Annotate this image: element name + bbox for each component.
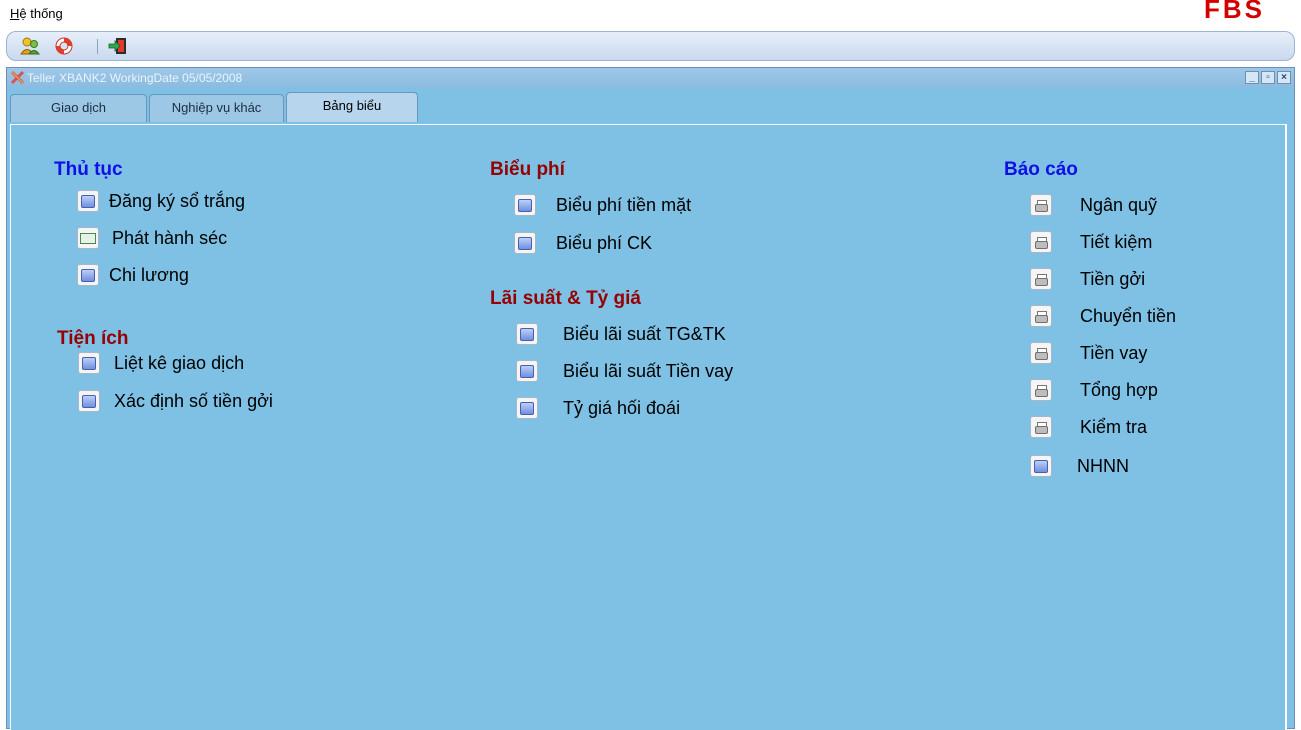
menu-link-tien-goi[interactable]: Tiền gởi — [1030, 268, 1145, 290]
window-titlebar[interactable]: Teller XBANK2 WorkingDate 05/05/2008 _ ▫… — [7, 68, 1294, 88]
link-label: Ngân quỹ — [1080, 194, 1158, 215]
section-title-bieu-phi: Biểu phí — [490, 159, 565, 180]
menu-link-dang-ky-so-trang[interactable]: Đăng ký sổ trắng — [77, 190, 245, 212]
tab-label: Giao dịch — [51, 100, 106, 115]
lifebuoy-icon[interactable] — [53, 36, 75, 56]
toolbar — [6, 31, 1295, 61]
document-icon — [516, 360, 538, 382]
teller-window: Teller XBANK2 WorkingDate 05/05/2008 _ ▫… — [6, 67, 1295, 730]
window-title: Teller XBANK2 WorkingDate 05/05/2008 — [27, 71, 243, 85]
document-icon — [516, 397, 538, 419]
link-label: Liệt kê giao dịch — [114, 352, 245, 373]
brand-logo: FBS — [1204, 0, 1265, 24]
exit-icon[interactable] — [107, 36, 129, 56]
printer-icon — [1030, 379, 1052, 401]
link-label: Tỷ giá hối đoái — [563, 397, 681, 418]
link-label: Biểu phí CK — [556, 232, 653, 253]
section-title-tien-ich: Tiện ích — [57, 328, 129, 349]
link-label: Tiền gởi — [1080, 268, 1146, 289]
link-label: Tiền vay — [1080, 342, 1148, 363]
menu-link-xac-dinh-so-tien-goi[interactable]: Xác định số tiền gởi — [78, 390, 273, 412]
link-label: Biểu phí tiền mặt — [556, 194, 692, 215]
document-icon — [1030, 455, 1052, 477]
tab-bang-bieu[interactable]: Bảng biểu — [286, 92, 418, 122]
menu-link-tien-vay[interactable]: Tiền vay — [1030, 342, 1147, 364]
users-icon[interactable] — [19, 36, 41, 56]
printer-icon — [1030, 194, 1052, 216]
link-label: Chi lương — [109, 264, 189, 285]
link-label: Chuyển tiền — [1080, 305, 1177, 326]
link-label: Xác định số tiền gởi — [114, 390, 273, 411]
close-icon[interactable]: × — [1277, 71, 1291, 84]
tab-label: Nghiệp vụ khác — [171, 100, 262, 115]
tab-nghiep-vu-khac[interactable]: Nghiệp vụ khác — [149, 94, 284, 122]
link-label: NHNN — [1077, 455, 1129, 476]
section-title-bao-cao: Báo cáo — [1004, 159, 1078, 180]
menu-link-kiem-tra[interactable]: Kiểm tra — [1030, 416, 1147, 438]
tab-giao-dich[interactable]: Giao dịch — [10, 94, 147, 122]
printer-icon — [1030, 268, 1052, 290]
menu-system-label: ệ thống — [19, 6, 63, 21]
document-icon — [77, 264, 99, 286]
link-label: Phát hành séc — [112, 227, 228, 248]
link-label: Biểu lãi suất TG&TK — [563, 323, 726, 344]
tab-label: Bảng biểu — [322, 98, 382, 113]
cheque-icon — [77, 227, 99, 249]
menu-system-hotkey: H — [10, 6, 20, 21]
menu-link-chi-luong[interactable]: Chi lương — [77, 264, 189, 286]
menu-link-ty-gia-hoi-doai[interactable]: Tỷ giá hối đoái — [516, 397, 680, 419]
link-label: Biểu lãi suất Tiền vay — [563, 360, 734, 381]
printer-icon — [1030, 305, 1052, 327]
menu-link-chuyen-tien[interactable]: Chuyển tiền — [1030, 305, 1176, 327]
toolbar-separator — [97, 39, 98, 54]
printer-icon — [1030, 231, 1052, 253]
section-title-thu-tuc: Thủ tục — [54, 159, 123, 180]
printer-icon — [1030, 416, 1052, 438]
menu-link-tong-hop[interactable]: Tổng hợp — [1030, 379, 1158, 401]
menu-bar: Hệ thống FBS — [0, 0, 1301, 30]
restore-icon[interactable]: ▫ — [1261, 71, 1275, 84]
section-title-lai-suat-ty-gia: Lãi suất & Tỷ giá — [490, 288, 641, 309]
menu-link-liet-ke-giao-dich[interactable]: Liệt kê giao dịch — [78, 352, 244, 374]
link-label: Tiết kiệm — [1080, 231, 1153, 252]
printer-icon — [1030, 342, 1052, 364]
menu-system[interactable]: Hệ thống — [10, 6, 63, 21]
document-icon — [78, 390, 100, 412]
link-label: Kiểm tra — [1080, 416, 1148, 437]
document-icon — [516, 323, 538, 345]
tab-panel-bang-bieu: Thủ tục Đăng ký sổ trắng Phát hành séc C… — [10, 124, 1287, 730]
link-label: Tổng hợp — [1080, 379, 1158, 400]
menu-link-nhnn[interactable]: NHNN — [1030, 455, 1129, 477]
document-icon — [78, 352, 100, 374]
menu-link-bieu-phi-tien-mat[interactable]: Biểu phí tiền mặt — [514, 194, 691, 216]
document-icon — [514, 194, 536, 216]
minimize-icon[interactable]: _ — [1245, 71, 1259, 84]
window-app-icon — [10, 70, 25, 85]
menu-link-bieu-lai-suat-tien-vay[interactable]: Biểu lãi suất Tiền vay — [516, 360, 733, 382]
menu-link-phat-hanh-sec[interactable]: Phát hành séc — [77, 227, 227, 249]
menu-link-ngan-quy[interactable]: Ngân quỹ — [1030, 194, 1157, 216]
menu-link-bieu-phi-ck[interactable]: Biểu phí CK — [514, 232, 652, 254]
link-label: Đăng ký sổ trắng — [109, 190, 246, 211]
document-icon — [77, 190, 99, 212]
menu-link-tiet-kiem[interactable]: Tiết kiệm — [1030, 231, 1152, 253]
document-icon — [514, 232, 536, 254]
menu-link-bieu-lai-suat-tg-tk[interactable]: Biểu lãi suất TG&TK — [516, 323, 726, 345]
